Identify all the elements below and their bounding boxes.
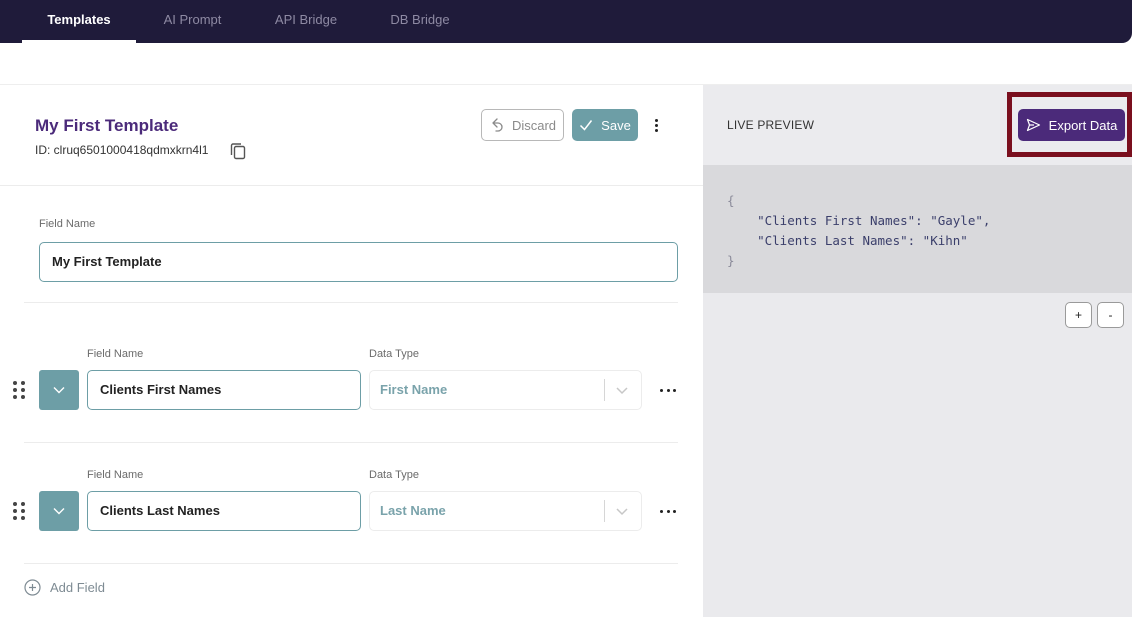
discard-button[interactable]: Discard bbox=[481, 109, 564, 141]
add-field-button[interactable]: Add Field bbox=[24, 579, 105, 596]
save-label: Save bbox=[601, 117, 631, 133]
row-divider bbox=[24, 442, 678, 443]
json-close-brace: } bbox=[727, 253, 735, 268]
json-preview: { "Clients First Names": "Gayle", "Clien… bbox=[703, 165, 1132, 293]
chevron-down-icon bbox=[53, 387, 65, 394]
add-field-label: Add Field bbox=[50, 580, 105, 595]
select-separator bbox=[604, 379, 605, 401]
template-name-input[interactable]: My First Template bbox=[39, 242, 678, 282]
field-name-label: Field Name bbox=[39, 218, 96, 230]
zoom-out-button[interactable]: - bbox=[1097, 302, 1124, 328]
check-icon bbox=[580, 120, 593, 131]
chevron-down-icon bbox=[53, 508, 65, 515]
expand-field-button[interactable] bbox=[39, 370, 79, 410]
expand-field-button[interactable] bbox=[39, 491, 79, 531]
header-divider bbox=[0, 185, 703, 186]
export-data-label: Export Data bbox=[1048, 117, 1118, 133]
section-divider bbox=[24, 302, 678, 303]
field-name-input[interactable]: Clients First Names bbox=[87, 370, 361, 410]
copy-icon[interactable] bbox=[230, 142, 246, 160]
chevron-down-icon bbox=[616, 508, 628, 516]
send-icon bbox=[1026, 118, 1040, 132]
undo-icon bbox=[492, 118, 503, 132]
template-id: ID: clruq6501000418qdmxkrn4l1 bbox=[35, 143, 209, 157]
data-type-value: Last Name bbox=[380, 503, 446, 518]
top-nav-bar: Templates AI Prompt API Bridge DB Bridge bbox=[0, 0, 1132, 43]
discard-label: Discard bbox=[511, 117, 557, 133]
field-row-name-label: Field Name bbox=[87, 348, 144, 360]
json-line-last-names: "Clients Last Names": "Kihn" bbox=[727, 233, 968, 248]
tab-ai-prompt[interactable]: AI Prompt bbox=[145, 0, 240, 43]
template-editor-panel: My First Template ID: clruq6501000418qdm… bbox=[0, 85, 703, 617]
sub-header bbox=[0, 43, 1132, 85]
field-name-input[interactable]: Clients Last Names bbox=[87, 491, 361, 531]
field-row-type-label: Data Type bbox=[369, 469, 419, 481]
save-button[interactable]: Save bbox=[572, 109, 638, 141]
data-type-value: First Name bbox=[380, 382, 448, 397]
live-preview-label: LIVE PREVIEW bbox=[727, 118, 815, 132]
export-data-button[interactable]: Export Data bbox=[1018, 109, 1125, 141]
tab-db-bridge[interactable]: DB Bridge bbox=[377, 0, 463, 43]
chevron-down-icon bbox=[616, 387, 628, 395]
more-horizontal-icon[interactable] bbox=[660, 508, 676, 514]
select-separator bbox=[604, 500, 605, 522]
preview-header: LIVE PREVIEW Export Data bbox=[703, 85, 1132, 165]
json-line-first-names: "Clients First Names": "Gayle", bbox=[727, 213, 991, 228]
json-open-brace: { bbox=[727, 193, 735, 208]
template-title: My First Template bbox=[35, 116, 179, 135]
live-preview-panel: LIVE PREVIEW Export Data { "Clients Firs… bbox=[703, 85, 1132, 617]
more-horizontal-icon[interactable] bbox=[660, 387, 676, 393]
plus-circle-icon bbox=[24, 579, 41, 596]
tab-templates[interactable]: Templates bbox=[22, 0, 136, 43]
field-row-type-label: Data Type bbox=[369, 348, 419, 360]
zoom-in-button[interactable]: + bbox=[1065, 302, 1092, 328]
tab-api-bridge[interactable]: API Bridge bbox=[262, 0, 350, 43]
kebab-icon[interactable] bbox=[648, 115, 664, 135]
data-type-select[interactable]: Last Name bbox=[369, 491, 642, 531]
data-type-select[interactable]: First Name bbox=[369, 370, 642, 410]
field-row-name-label: Field Name bbox=[87, 469, 144, 481]
row-divider bbox=[24, 563, 678, 564]
drag-handle-icon[interactable] bbox=[13, 381, 25, 399]
drag-handle-icon[interactable] bbox=[13, 502, 25, 520]
